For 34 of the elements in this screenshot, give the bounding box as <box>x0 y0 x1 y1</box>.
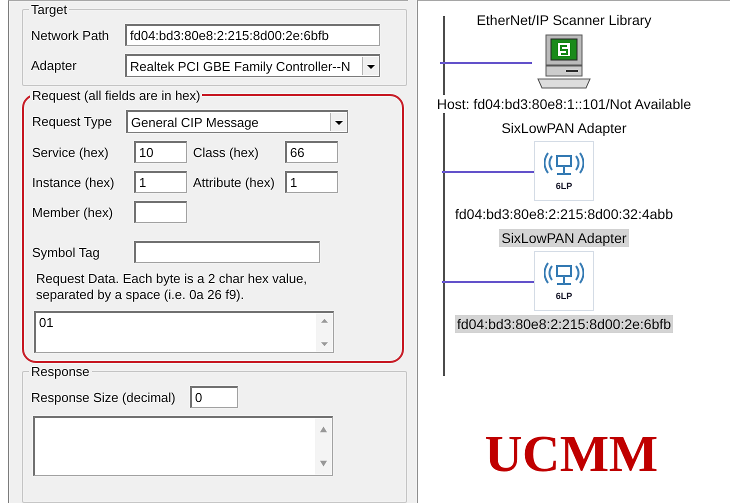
group-title: Target <box>29 2 70 17</box>
input-field[interactable]: 0 <box>190 386 238 408</box>
field-label: Response Size (decimal) <box>31 390 177 404</box>
field-label: Member (hex) <box>32 204 114 220</box>
field-label: Service (hex) <box>32 144 110 160</box>
input-field[interactable] <box>134 241 320 263</box>
node-title[interactable]: SixLowPAN Adapter <box>499 229 629 247</box>
group-title: Response <box>29 364 92 379</box>
field-label: Class (hex) <box>193 144 260 160</box>
request-data-field[interactable]: 01 <box>34 311 334 353</box>
wireless-adapter-icon: 6LP <box>534 141 594 201</box>
request-type-dropdown[interactable]: General CIP Message <box>126 110 348 133</box>
input-field[interactable] <box>134 201 187 223</box>
field-label: Network Path <box>31 28 110 42</box>
scrollbar[interactable] <box>315 418 332 475</box>
input-field[interactable]: 1 <box>134 171 187 193</box>
input-field[interactable]: 1 <box>285 171 338 193</box>
scrollbar[interactable] <box>316 313 333 352</box>
field-label: Attribute (hex) <box>193 174 276 190</box>
adapter-dropdown[interactable]: Realtek PCI GBE Family Controller--N <box>125 54 380 77</box>
wireless-adapter-icon: 6LP <box>534 251 594 311</box>
response-field[interactable] <box>33 416 333 476</box>
field-label: Adapter <box>31 58 78 73</box>
field-label: Request Type <box>32 114 113 129</box>
field-label: Instance (hex) <box>32 174 116 190</box>
splitter-bar[interactable] <box>408 0 418 503</box>
input-field[interactable]: 66 <box>285 141 338 163</box>
input-field[interactable]: fd04:bd3:80e8:2:215:8d00:2e:6bfb <box>125 24 380 46</box>
node-address[interactable]: fd04:bd3:80e8:2:215:8d00:2e:6bfb <box>454 315 674 333</box>
input-field[interactable]: 10 <box>134 141 187 163</box>
request-data-hint: Request Data. Each byte is a 2 char hex value, separated by a space (i.e. 0a 26 f9). <box>35 271 308 303</box>
annotation-label: UCMM <box>484 429 658 481</box>
group-title: Request (all fields are in hex) <box>30 88 202 103</box>
field-label: Symbol Tag <box>32 244 101 260</box>
